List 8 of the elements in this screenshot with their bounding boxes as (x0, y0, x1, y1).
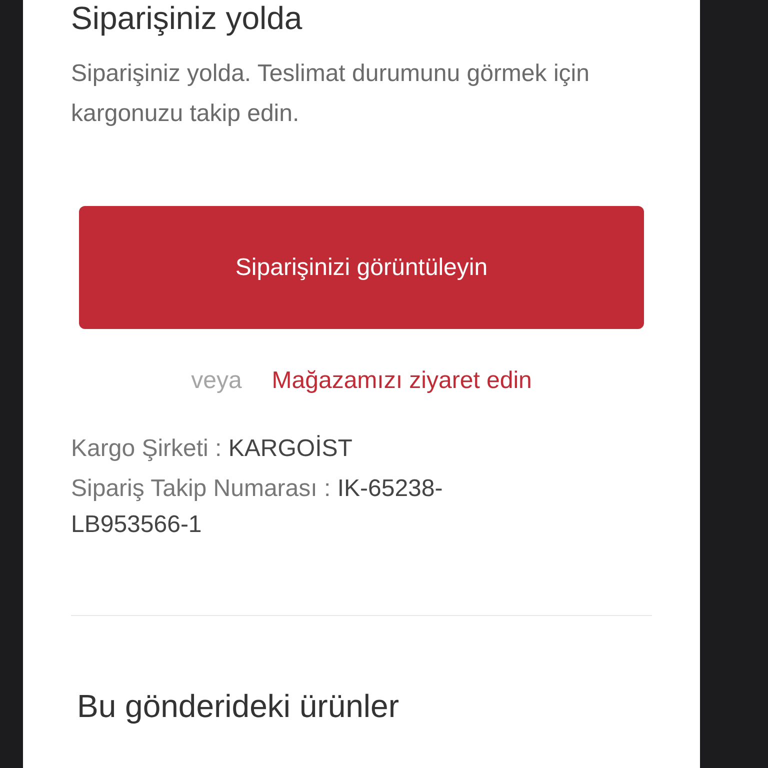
detail-line: Kargo Şirketi : KARGOİST (71, 434, 354, 464)
status-message: Siparişiniz yolda. Teslimat durumunu görmek için kargonuzu takip edin. (71, 59, 590, 129)
section-heading: Bu gönderideki ürünler (77, 687, 400, 726)
detail-line: Sipariş Takip Numarası : IK-65238-LB953566-1 (71, 474, 444, 540)
store-link[interactable]: Mağazamızı ziyaret edin (272, 365, 532, 397)
page-title: Siparişiniz yolda (71, 0, 304, 38)
view-order-button[interactable]: Siparişinizi görüntüleyin (79, 206, 644, 329)
or-text: veya (191, 366, 242, 396)
